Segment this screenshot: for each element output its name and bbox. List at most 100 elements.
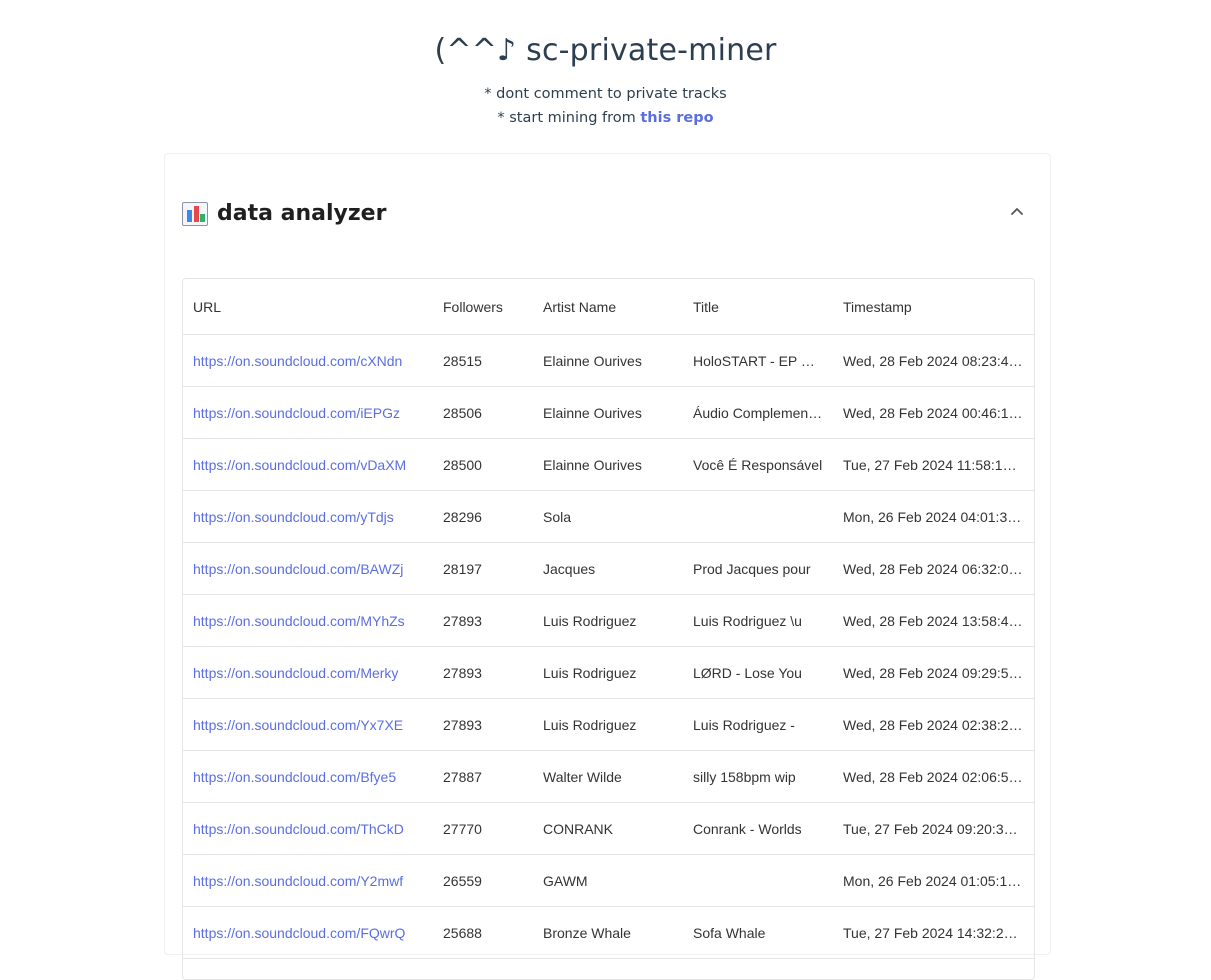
column-header-artist-name[interactable]: Artist Name [533,279,683,335]
artist-name-cell: Elainne Ourives [533,386,683,439]
artist-name-cell: Luis Rodriguez [533,594,683,647]
column-header-timestamp[interactable]: Timestamp [833,279,1034,335]
url-cell: https://on.soundcloud.com/ThCkD [183,802,433,855]
title-cell [683,854,833,907]
url-cell: https://on.soundcloud.com/Bfye5 [183,750,433,803]
timestamp-cell: Tue, 27 Feb 2024 09:20:31 GMT [833,802,1034,855]
followers-cell: 28506 [433,386,533,439]
artist-name-cell: Elainne Ourives [533,334,683,387]
url-link[interactable]: https://on.soundcloud.com/Bfye5 [193,769,396,785]
title-cell: silly 158bpm wip [683,750,833,803]
artist-name-cell: Bronze Whale [533,906,683,959]
app-title: (^^♪ sc-private-miner [434,33,777,68]
artist-name-cell: Walter Wilde [533,750,683,803]
table-row: https://on.soundcloud.com/cXNdn 28515 Elai… [183,334,1034,387]
url-cell: https://on.soundcloud.com/Yx7XE [183,698,433,751]
table-row: https://on.soundcloud.com/Yx7XE 27893 Luis… [183,698,1034,751]
column-header-title[interactable]: Title [683,279,833,335]
note-start-mining-text: * start mining from [497,110,641,126]
title-cell: Conrank - Worlds [683,802,833,855]
url-link[interactable]: https://on.soundcloud.com/iEPGz [193,405,400,421]
timestamp-cell: Mon, 26 Feb 2024 04:01:33 GMT [833,490,1034,543]
followers-cell: 27887 [433,750,533,803]
title-cell [683,490,833,543]
artist-name-cell: Luis Rodriguez [533,698,683,751]
url-link[interactable]: https://on.soundcloud.com/ThCkD [193,821,404,837]
artist-name-cell: Luis Rodriguez [533,646,683,699]
url-cell: https://on.soundcloud.com/Y2mwf [183,854,433,907]
timestamp-cell: Wed, 28 Feb 2024 13:58:44 GMT [833,594,1034,647]
title-cell: Áudio Complementar [683,386,833,439]
title-cell: Você É Responsável [683,438,833,491]
chevron-up-icon[interactable] [1005,200,1029,224]
url-cell: https://on.soundcloud.com/FQwrQ [183,906,433,959]
followers-cell: 27770 [433,802,533,855]
url-cell: https://on.soundcloud.com/vDaXM [183,438,433,491]
followers-cell: 28515 [433,334,533,387]
url-link[interactable]: https://on.soundcloud.com/Yx7XE [193,717,403,733]
followers-cell: 27893 [433,698,533,751]
followers-cell: 26559 [433,854,533,907]
panel-title-text: data analyzer [217,201,387,226]
repo-link[interactable]: this repo [640,110,713,126]
table-row: https://on.soundcloud.com/MYhZs 27893 Luis… [183,594,1034,647]
timestamp-cell: Tue, 27 Feb 2024 14:32:27 GMT [833,906,1034,959]
bar-chart-icon [182,202,208,226]
followers-cell: 25688 [433,906,533,959]
timestamp-cell: Wed, 28 Feb 2024 06:32:08 GMT [833,542,1034,595]
timestamp-cell: Wed, 28 Feb 2024 02:06:59 GMT [833,750,1034,803]
artist-name-cell: Sola [533,490,683,543]
artist-name-cell: GAWM [533,854,683,907]
title-cell: Luis Rodriguez \u [683,594,833,647]
panel-title: data analyzer [182,198,386,230]
url-cell: https://on.soundcloud.com/Merky [183,646,433,699]
followers-cell: 27893 [433,594,533,647]
artist-name-cell: CONRANK [533,802,683,855]
artist-name-cell: Elainne Ourives [533,438,683,491]
table-row: https://on.soundcloud.com/Merky 27893 Luis… [183,646,1034,699]
url-cell: https://on.soundcloud.com/cXNdn [183,334,433,387]
url-link[interactable]: https://on.soundcloud.com/MYhZs [193,613,405,629]
artist-name-cell: Jacques [533,542,683,595]
url-link[interactable]: https://on.soundcloud.com/Merky [193,665,398,681]
timestamp-cell: Mon, 26 Feb 2024 01:05:14 GMT [833,854,1034,907]
column-header-url[interactable]: URL [183,279,433,335]
followers-cell: 28197 [433,542,533,595]
timestamp-cell: Wed, 28 Feb 2024 02:38:26 GMT [833,698,1034,751]
notes: * dont comment to private tracks * start… [0,82,1211,130]
table-row: https://on.soundcloud.com/ThCkD 27770 CONR… [183,802,1034,855]
panel-header[interactable]: data analyzer [182,198,1033,230]
note-private-tracks: * dont comment to private tracks [484,86,727,102]
table-row: https://on.soundcloud.com/vDaXM 28500 Elai… [183,438,1034,491]
note-start-mining: * start mining from this repo [0,106,1211,130]
data-analyzer-panel: data analyzer URL Followers Artist Name … [164,153,1051,980]
url-link[interactable]: https://on.soundcloud.com/BAWZj [193,561,403,577]
title-cell: Luis Rodriguez - [683,698,833,751]
followers-cell: 28296 [433,490,533,543]
title-cell: Prod Jacques pour [683,542,833,595]
table-row: https://on.soundcloud.com/Bfye5 27887 Walt… [183,750,1034,803]
url-link[interactable]: https://on.soundcloud.com/vDaXM [193,457,406,473]
timestamp-cell: Wed, 28 Feb 2024 08:23:41 GMT [833,334,1034,387]
title-cell: Sofa Whale [683,906,833,959]
column-header-followers[interactable]: Followers [433,279,533,335]
url-link[interactable]: https://on.soundcloud.com/yTdjs [193,509,394,525]
url-link[interactable]: https://on.soundcloud.com/Y2mwf [193,873,403,889]
url-link[interactable]: https://on.soundcloud.com/cXNdn [193,353,402,369]
table-row: https://on.soundcloud.com/BAWZj 28197 Jacq… [183,542,1034,595]
timestamp-cell: Tue, 27 Feb 2024 11:58:17 GMT [833,438,1034,491]
table-row: https://on.soundcloud.com/iEPGz 28506 Elai… [183,386,1034,439]
url-cell: https://on.soundcloud.com/MYhZs [183,594,433,647]
table-row: https://on.soundcloud.com/Y2mwf 26559 GAWM… [183,854,1034,907]
url-cell: https://on.soundcloud.com/iEPGz [183,386,433,439]
title-cell: LØRD - Lose You [683,646,833,699]
page-header: (^^♪ sc-private-miner * dont comment to … [0,0,1211,130]
table-row: https://on.soundcloud.com/yTdjs 28296 Sola… [183,490,1034,543]
url-cell: https://on.soundcloud.com/yTdjs [183,490,433,543]
timestamp-cell: Wed, 28 Feb 2024 09:29:51 GMT [833,646,1034,699]
data-table-container: URL Followers Artist Name Title Timestam… [182,278,1035,980]
table-header-row: URL Followers Artist Name Title Timestam… [183,279,1034,335]
table-row: https://on.soundcloud.com/FQwrQ 25688 Bron… [183,906,1034,959]
timestamp-cell: Wed, 28 Feb 2024 00:46:12 GMT [833,386,1034,439]
url-link[interactable]: https://on.soundcloud.com/FQwrQ [193,925,405,941]
